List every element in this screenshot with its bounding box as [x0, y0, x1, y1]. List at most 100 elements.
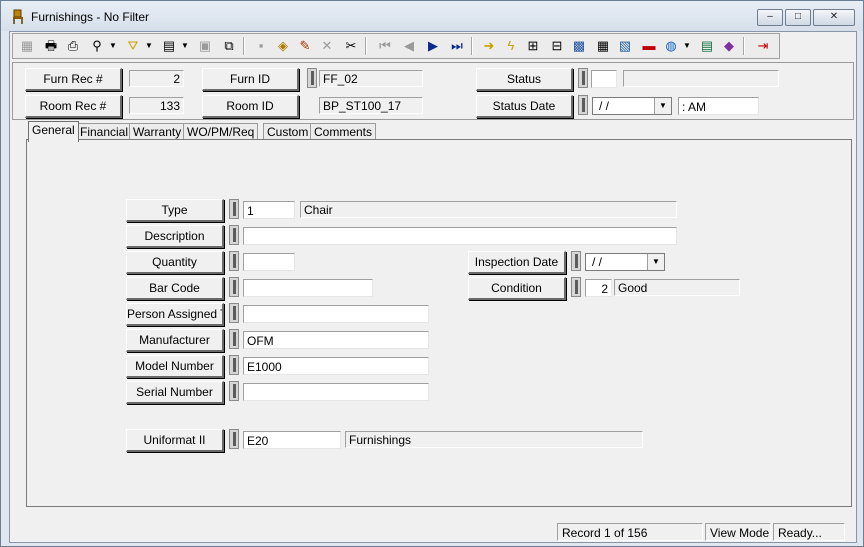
- close-button[interactable]: ✕: [813, 9, 855, 26]
- refresh-icon[interactable]: ϟ: [501, 36, 521, 56]
- quantity-indicator: [229, 251, 239, 271]
- type-code-field[interactable]: 1: [243, 201, 295, 219]
- room-id-label[interactable]: Room ID: [202, 95, 299, 118]
- condition-code-field[interactable]: 2: [585, 279, 612, 297]
- toolbar: ▦ 🖶 ⎙ ⚲ ▼ ⛛ ▼ ▤ ▼ ▣ ⧉ ▪ ◈ ✎ ✕ ✂ ⏮ ◀ ▶ ⏭ …: [12, 33, 780, 59]
- exit-icon[interactable]: ⇥: [753, 36, 773, 56]
- condition-label[interactable]: Condition: [468, 277, 566, 300]
- tab-general[interactable]: General: [28, 121, 79, 142]
- picture-icon[interactable]: ▩: [569, 36, 589, 56]
- print-icon[interactable]: 🖶: [41, 36, 61, 56]
- furn-rec-value: 2: [129, 70, 184, 87]
- manufacturer-label[interactable]: Manufacturer: [126, 329, 224, 352]
- quantity-label[interactable]: Quantity: [126, 251, 224, 274]
- status-date-label[interactable]: Status Date: [476, 95, 573, 118]
- serial-number-indicator: [229, 381, 239, 401]
- quantity-field[interactable]: [243, 253, 295, 271]
- inspection-date-value: / /: [592, 255, 603, 269]
- minimize-button[interactable]: –: [757, 9, 783, 26]
- general-tab-panel: Type 1 Chair Description Quantity Bar Co…: [26, 139, 852, 507]
- save-icon[interactable]: ▪: [251, 36, 271, 56]
- type-indicator: [229, 199, 239, 219]
- new-record-icon[interactable]: ▣: [195, 36, 215, 56]
- type-label[interactable]: Type: [126, 199, 224, 222]
- status-code-field[interactable]: [591, 70, 617, 88]
- uniformat-indicator: [229, 429, 239, 449]
- uniformat-code-field[interactable]: E20: [243, 431, 341, 449]
- last-record-icon[interactable]: ⏭: [447, 36, 467, 56]
- next-record-icon[interactable]: ▶: [423, 36, 443, 56]
- spreadsheet-icon[interactable]: ▤: [697, 36, 717, 56]
- serial-number-field[interactable]: [243, 383, 429, 401]
- goto-icon[interactable]: ➜: [479, 36, 499, 56]
- serial-number-label[interactable]: Serial Number: [126, 381, 224, 404]
- bar-code-field[interactable]: [243, 279, 373, 297]
- uniformat-label[interactable]: Uniformat II: [126, 429, 224, 452]
- grid-view-icon[interactable]: ▦: [17, 36, 37, 56]
- furn-id-label[interactable]: Furn ID: [202, 68, 299, 91]
- status-date-value: / /: [599, 99, 610, 113]
- delete-icon[interactable]: ✕: [317, 36, 337, 56]
- print-preview-icon[interactable]: ⎙: [63, 36, 83, 56]
- manufacturer-indicator: [229, 329, 239, 349]
- filter-dropdown-icon[interactable]: ▼: [145, 36, 153, 56]
- header-panel: Furn Rec # 2 Room Rec # 133 Furn ID FF_0…: [12, 62, 854, 120]
- furn-id-indicator: [307, 68, 317, 88]
- record-counter: Record 1 of 156: [557, 523, 703, 541]
- application-window: Furnishings - No Filter – □ ✕ ▦ 🖶 ⎙ ⚲ ▼ …: [0, 0, 864, 547]
- web-icon[interactable]: ◍: [661, 36, 681, 56]
- copy-record-icon[interactable]: ⧉: [219, 36, 239, 56]
- status-indicator: [578, 68, 588, 88]
- chevron-down-icon[interactable]: ▼: [654, 98, 671, 114]
- model-number-label[interactable]: Model Number: [126, 355, 224, 378]
- furn-rec-label[interactable]: Furn Rec #: [25, 68, 122, 91]
- toolbar-separator: [471, 37, 473, 55]
- person-assigned-label[interactable]: Person Assigned To: [126, 303, 224, 326]
- model-number-field[interactable]: E1000: [243, 357, 429, 375]
- cut-icon[interactable]: ✂: [341, 36, 361, 56]
- tag-icon[interactable]: ▬: [639, 36, 659, 56]
- notes-icon[interactable]: ◆: [719, 36, 739, 56]
- inspection-date-picker[interactable]: / / ▼: [585, 253, 665, 271]
- inspection-date-label[interactable]: Inspection Date: [468, 251, 566, 274]
- ready-status: Ready...: [773, 523, 845, 541]
- status-time-field[interactable]: : AM: [678, 97, 759, 115]
- description-indicator: [229, 225, 239, 245]
- room-id-value: BP_ST100_17: [319, 97, 423, 114]
- map-icon[interactable]: ▧: [615, 36, 635, 56]
- calculator-icon[interactable]: ▦: [593, 36, 613, 56]
- manufacturer-field[interactable]: OFM: [243, 331, 429, 349]
- person-assigned-indicator: [229, 303, 239, 323]
- report-icon[interactable]: ▤: [159, 36, 179, 56]
- toolbar-separator: [243, 37, 245, 55]
- maximize-button[interactable]: □: [785, 9, 811, 26]
- previous-record-icon[interactable]: ◀: [399, 36, 419, 56]
- edit-icon[interactable]: ✎: [295, 36, 315, 56]
- condition-indicator: [571, 277, 581, 297]
- filter-icon[interactable]: ⛛: [123, 36, 143, 56]
- room-rec-value: 133: [129, 97, 184, 114]
- client-area: ▦ 🖶 ⎙ ⚲ ▼ ⛛ ▼ ▤ ▼ ▣ ⧉ ▪ ◈ ✎ ✕ ✂ ⏮ ◀ ▶ ⏭ …: [9, 31, 857, 543]
- toolbar-separator: [365, 37, 367, 55]
- first-record-icon[interactable]: ⏮: [375, 36, 395, 56]
- status-date-picker[interactable]: / / ▼: [592, 97, 672, 115]
- status-label[interactable]: Status: [476, 68, 573, 91]
- title-bar[interactable]: Furnishings - No Filter – □ ✕: [1, 1, 863, 31]
- chevron-down-icon[interactable]: ▼: [647, 254, 664, 270]
- web-dropdown-icon[interactable]: ▼: [683, 36, 691, 56]
- description-label[interactable]: Description: [126, 225, 224, 248]
- tree-icon[interactable]: ⊟: [547, 36, 567, 56]
- furn-id-value: FF_02: [319, 70, 423, 87]
- attach-icon[interactable]: ◈: [273, 36, 293, 56]
- description-field[interactable]: [243, 227, 677, 245]
- toolbar-separator: [743, 37, 745, 55]
- find-dropdown-icon[interactable]: ▼: [109, 36, 117, 56]
- lookup-icon[interactable]: ⊞: [523, 36, 543, 56]
- status-description: [623, 70, 779, 87]
- report-dropdown-icon[interactable]: ▼: [181, 36, 189, 56]
- room-rec-label[interactable]: Room Rec #: [25, 95, 122, 118]
- person-assigned-field[interactable]: [243, 305, 429, 323]
- inspection-date-indicator: [571, 251, 581, 271]
- bar-code-label[interactable]: Bar Code: [126, 277, 224, 300]
- find-icon[interactable]: ⚲: [87, 36, 107, 56]
